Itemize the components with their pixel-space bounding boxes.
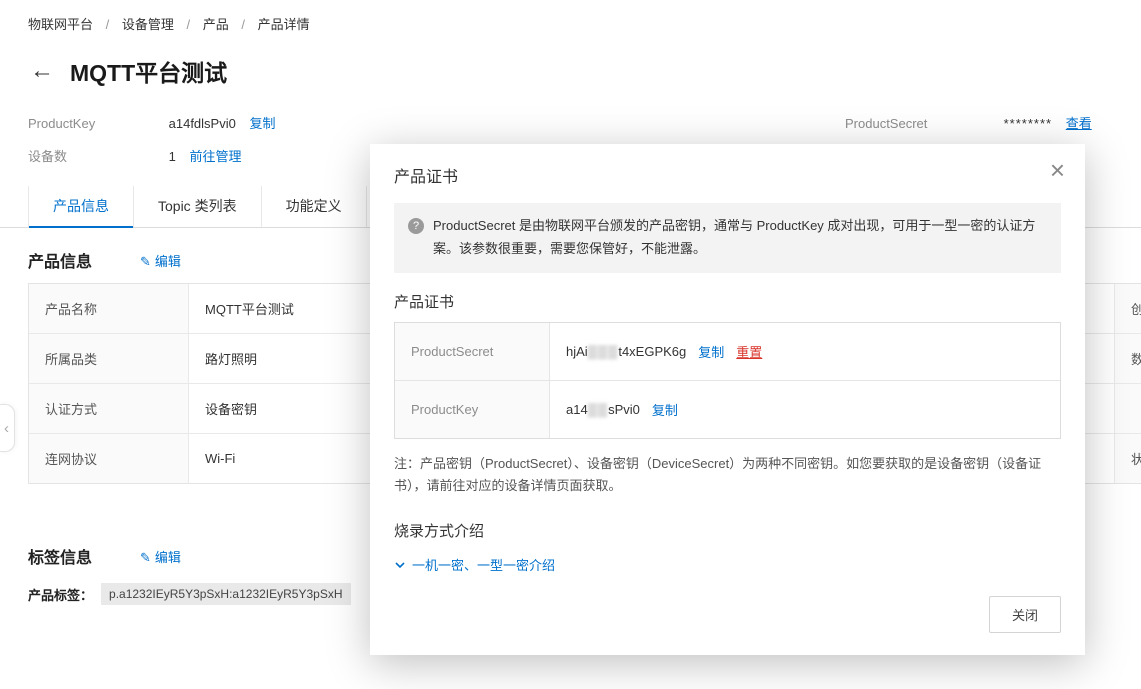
row-label: 认证方式 [29, 384, 189, 433]
row-label: 所属品类 [29, 334, 189, 383]
product-secret-masked-value: ******** [1003, 116, 1053, 131]
edit-tag-info-link[interactable]: ✎ 编辑 [140, 547, 181, 566]
key-prefix: a14 [566, 401, 588, 417]
row-label: 连网协议 [29, 434, 189, 483]
info-banner-text: ProductSecret 是由物联网平台颁发的产品密钥，通常与 Product… [433, 218, 1036, 256]
secret-suffix: t4xEGPK6g [618, 343, 687, 359]
edit-icon: ✎ [140, 254, 151, 269]
view-secret-link[interactable]: 查看 [1066, 116, 1092, 131]
row-label-right-partial: 状 [1114, 434, 1141, 483]
certificate-section-heading: 产品证书 [394, 293, 455, 311]
breadcrumb-separator: / [241, 17, 246, 32]
row-label: ProductKey [395, 380, 550, 438]
row-label: 产品名称 [29, 284, 189, 333]
page-header: ← MQTT平台测试 [30, 54, 227, 88]
page-title: MQTT平台测试 [70, 60, 228, 86]
key-suffix: sPvi0 [608, 401, 640, 417]
burn-method-heading: 烧录方式介绍 [394, 523, 485, 540]
key-masked-part: ▒▒ [587, 401, 609, 417]
table-row: ProductSecret hjAi ▒▒▒ t4xEGPK6g 复制 重置 [395, 322, 1060, 380]
product-tag-chip: p.a1232IEyR5Y3pSxH:a1232IEyR5Y3pSxH [101, 583, 351, 605]
copy-secret-link[interactable]: 复制 [698, 342, 724, 361]
copy-key-link[interactable]: 复制 [652, 400, 678, 419]
back-arrow-icon[interactable]: ← [30, 59, 54, 83]
reset-secret-link[interactable]: 重置 [736, 342, 762, 361]
edit-tag-info-label: 编辑 [154, 550, 181, 565]
expand-intro-link[interactable]: 一机一密、一型一密介绍 [394, 555, 1061, 574]
product-key-label: ProductKey [28, 116, 96, 131]
product-tag-row: 产品标签： p.a1232IEyR5Y3pSxH:a1232IEyR5Y3pSx… [28, 583, 351, 605]
tab-topic-list[interactable]: Topic 类列表 [134, 186, 262, 227]
tag-info-heading: 标签信息 [28, 550, 93, 567]
collapse-panel-handle[interactable]: ‹ [0, 404, 15, 452]
question-icon: ? [408, 218, 424, 234]
certificate-table: ProductSecret hjAi ▒▒▒ t4xEGPK6g 复制 重置 Pro… [394, 321, 1061, 439]
product-key-value: a14fdlsPvi0 [168, 116, 236, 131]
secret-masked-part: ▒▒▒ [587, 343, 619, 359]
breadcrumb-separator: / [186, 17, 191, 32]
info-banner: ? ProductSecret 是由物联网平台颁发的产品密钥，通常与 Produ… [394, 203, 1061, 273]
breadcrumb-item-platform[interactable]: 物联网平台 [28, 17, 93, 32]
product-secret-label: ProductSecret [845, 116, 928, 131]
edit-product-info-link[interactable]: ✎ 编辑 [140, 251, 181, 270]
copy-product-key-link[interactable]: 复制 [249, 116, 275, 131]
edit-product-info-label: 编辑 [154, 254, 181, 269]
modal-title: 产品证书 [394, 169, 459, 186]
product-certificate-modal: 产品证书 × ? ProductSecret 是由物联网平台颁发的产品密钥，通常… [370, 144, 1085, 655]
tab-feature-definition[interactable]: 功能定义 [262, 186, 367, 227]
breadcrumb-separator: / [105, 17, 110, 32]
row-label-right-partial: 创 [1114, 284, 1141, 333]
product-key-value: a14 ▒▒ sPvi0 [566, 402, 640, 417]
product-secret-row: ProductSecret ******** 查看 [845, 113, 1092, 132]
table-row: ProductKey a14 ▒▒ sPvi0 复制 [395, 379, 1060, 438]
product-secret-value: hjAi ▒▒▒ t4xEGPK6g [566, 344, 686, 359]
product-info-heading: 产品信息 [28, 254, 93, 271]
certificate-note: 注：产品密钥（ProductSecret）、设备密钥（DeviceSecret）… [394, 455, 1042, 494]
edit-icon: ✎ [140, 550, 151, 565]
device-count-value: 1 [168, 149, 176, 164]
tab-product-info[interactable]: 产品信息 [28, 186, 134, 228]
chevron-down-icon [395, 561, 405, 568]
close-icon[interactable]: × [1050, 157, 1065, 183]
row-label-right-partial [1114, 384, 1141, 433]
breadcrumb-item-product[interactable]: 产品 [203, 17, 229, 32]
device-count-row: 设备数 1 前往管理 [28, 146, 242, 165]
product-tag-label: 产品标签： [28, 587, 94, 603]
breadcrumb: 物联网平台 / 设备管理 / 产品 / 产品详情 [28, 14, 310, 33]
expand-intro-label: 一机一密、一型一密介绍 [412, 558, 556, 573]
device-count-label: 设备数 [28, 149, 68, 164]
product-key-row: ProductKey a14fdlsPvi0 复制 [28, 113, 275, 132]
close-button[interactable]: 关闭 [988, 596, 1061, 633]
row-label: ProductSecret [395, 322, 550, 380]
breadcrumb-item-product-detail: 产品详情 [257, 17, 310, 32]
row-label-right-partial: 数 [1114, 334, 1141, 383]
go-to-manage-link[interactable]: 前往管理 [189, 149, 241, 164]
breadcrumb-item-device-management[interactable]: 设备管理 [122, 17, 174, 32]
chevron-left-icon: ‹ [4, 419, 9, 437]
secret-prefix: hjAi [566, 343, 588, 359]
